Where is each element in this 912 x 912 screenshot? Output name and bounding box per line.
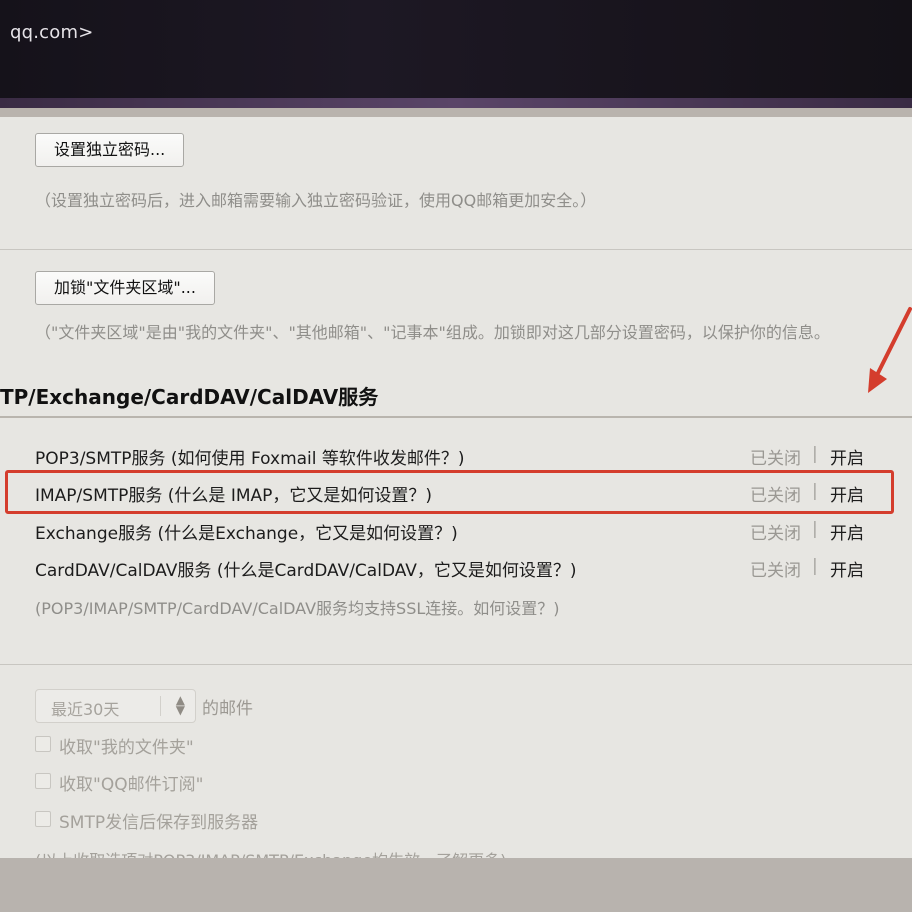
pop3-smtp-service-label[interactable]: POP3/SMTP服务 (如何使用 Foxmail 等软件收发邮件？) (35, 444, 465, 469)
lock-folder-area-note: （"文件夹区域"是由"我的文件夹"、"其他邮箱"、"记事本"组成。加锁即对这几部… (35, 323, 830, 342)
receive-options-divider (0, 664, 912, 665)
pop3-smtp-service-row: POP3/SMTP服务 (如何使用 Foxmail 等软件收发邮件？) 已关闭 … (35, 444, 875, 472)
pop3-smtp-enable-link[interactable]: 开启 (830, 444, 864, 469)
receive-range-value: 最近30天 (51, 700, 120, 719)
imap-smtp-service-label[interactable]: IMAP/SMTP服务 (什么是 IMAP，它又是如何设置？) (35, 481, 432, 506)
receive-qq-subscription-checkbox[interactable] (35, 773, 51, 789)
select-divider (160, 696, 161, 716)
security-divider (0, 249, 912, 250)
qq-mail-settings-screenshot: qq.com> 设置独立密码... （设置独立密码后，进入邮箱需要输入独立密码验… (0, 0, 912, 912)
receive-range-suffix: 的邮件 (202, 699, 253, 719)
services-section-divider (0, 416, 912, 418)
receive-my-folders-checkbox[interactable] (35, 736, 51, 752)
settings-content: 设置独立密码... （设置独立密码后，进入邮箱需要输入独立密码验证，使用QQ邮箱… (0, 117, 912, 858)
pop3-smtp-status: 已关闭 (750, 449, 801, 469)
set-independent-password-button[interactable]: 设置独立密码... (35, 133, 185, 167)
exchange-enable-link[interactable]: 开启 (830, 519, 864, 544)
account-email-suffix: qq.com> (10, 22, 94, 43)
carddav-caldav-status: 已关闭 (750, 561, 801, 581)
imap-smtp-enable-link[interactable]: 开启 (830, 481, 864, 506)
pop3-smtp-separator: | (812, 444, 818, 464)
carddav-caldav-separator: | (812, 556, 818, 576)
carddav-caldav-service-row: CardDAV/CalDAV服务 (什么是CardDAV/CalDAV，它又是如… (35, 556, 875, 584)
imap-smtp-separator: | (812, 481, 818, 501)
up-down-chevron-icon: ▲ ▼ (175, 693, 185, 717)
save-sent-smtp-label[interactable]: SMTP发信后保存到服务器 (59, 808, 258, 833)
carddav-caldav-service-label[interactable]: CardDAV/CalDAV服务 (什么是CardDAV/CalDAV，它又是如… (35, 556, 577, 581)
lock-folder-area-button[interactable]: 加锁"文件夹区域"... (35, 271, 215, 305)
receive-range-select[interactable]: 最近30天 ▲ ▼ (35, 689, 196, 723)
exchange-service-row: Exchange服务 (什么是Exchange，它又是如何设置？) 已关闭 | … (35, 519, 875, 547)
mail-services-section-title: TP/Exchange/CardDAV/CalDAV服务 (0, 385, 379, 409)
lower-background-area (0, 858, 912, 912)
imap-smtp-status: 已关闭 (750, 486, 801, 506)
ssl-support-note: (POP3/IMAP/SMTP/CardDAV/CalDAV服务均支持SSL连接… (35, 599, 560, 618)
independent-password-note: （设置独立密码后，进入邮箱需要输入独立密码验证，使用QQ邮箱更加安全。） (35, 191, 597, 210)
exchange-status: 已关闭 (750, 524, 801, 544)
imap-smtp-service-row: IMAP/SMTP服务 (什么是 IMAP，它又是如何设置？) 已关闭 | 开启 (35, 481, 875, 509)
header-accent-strip (0, 98, 912, 108)
receive-qq-subscription-label[interactable]: 收取"QQ邮件订阅" (59, 770, 203, 795)
exchange-separator: | (812, 519, 818, 539)
exchange-service-label[interactable]: Exchange服务 (什么是Exchange，它又是如何设置？) (35, 519, 458, 544)
red-arrow-icon (868, 307, 912, 393)
save-sent-smtp-checkbox[interactable] (35, 811, 51, 827)
receive-options-footer-note: (以上收取选项对POP3/IMAP/SMTP/Exchange均生效。了解更多) (35, 847, 506, 858)
receive-my-folders-label[interactable]: 收取"我的文件夹" (59, 733, 194, 758)
mail-header: qq.com> (0, 0, 912, 100)
carddav-caldav-enable-link[interactable]: 开启 (830, 556, 864, 581)
